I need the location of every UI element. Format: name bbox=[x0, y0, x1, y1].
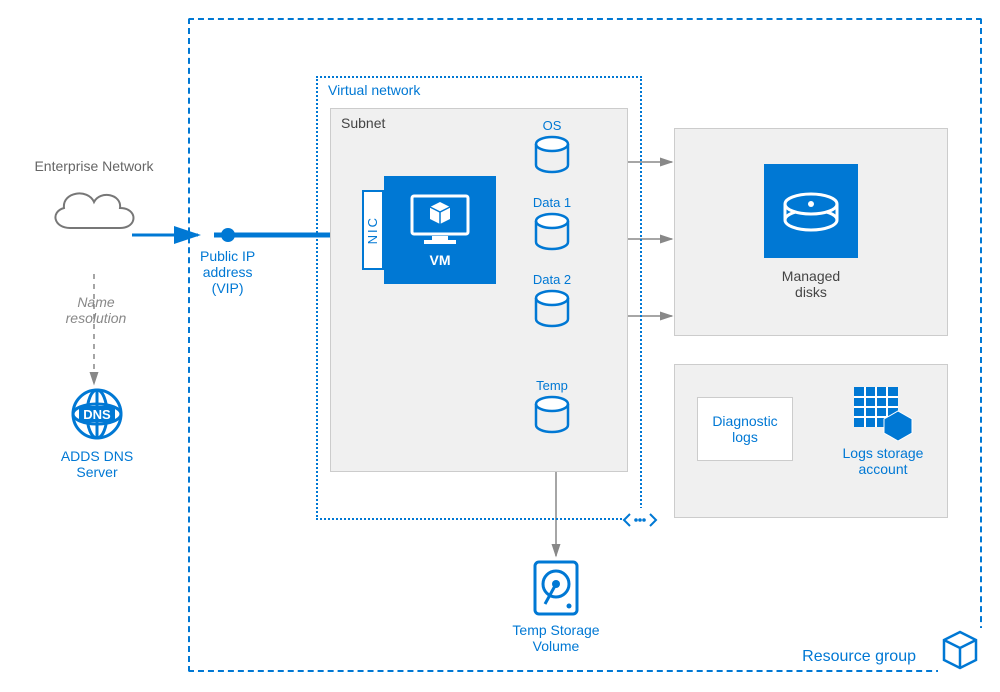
subnet-container: Subnet bbox=[330, 108, 628, 472]
diagnostic-logs-box: Diagnostic logs bbox=[697, 397, 793, 461]
temp-vol-label-2: Volume bbox=[512, 638, 599, 654]
logs-storage-label-1: Logs storage bbox=[843, 445, 924, 461]
cylinder-icon bbox=[532, 135, 572, 175]
public-ip: Public IP address (VIP) bbox=[200, 228, 255, 296]
resource-group-label: Resource group bbox=[802, 648, 916, 666]
svg-text:DNS: DNS bbox=[83, 407, 111, 422]
logs-storage-label-2: account bbox=[843, 461, 924, 477]
dns-globe-icon: DNS bbox=[69, 386, 125, 442]
cloud-icon bbox=[44, 180, 144, 240]
temp-storage-volume: Temp Storage Volume bbox=[502, 558, 610, 654]
pip-label-3: (VIP) bbox=[200, 280, 255, 296]
monitor-icon bbox=[408, 192, 472, 248]
logs-box: Diagnostic logs Logs storage account bbox=[674, 364, 948, 518]
disk-os: OS bbox=[532, 118, 572, 175]
storage-account-icon bbox=[852, 385, 914, 441]
subnet-label: Subnet bbox=[341, 115, 385, 131]
disk-os-label: OS bbox=[543, 118, 562, 133]
hard-drive-icon bbox=[531, 558, 581, 618]
managed-disks-box: Managed disks bbox=[674, 128, 948, 336]
public-ip-dot-icon bbox=[221, 228, 235, 242]
managed-disks-label-1: Managed bbox=[782, 268, 840, 284]
pip-label-1: Public IP bbox=[200, 248, 255, 264]
resource-group-icon bbox=[938, 628, 982, 672]
nic-label: NIC bbox=[366, 216, 380, 244]
nic-box: NIC bbox=[362, 190, 384, 270]
vnet-peering-icon bbox=[622, 508, 658, 532]
diag-label-1: Diagnostic bbox=[712, 413, 777, 429]
disk-data1: Data 1 bbox=[532, 195, 572, 252]
disk-data2-label: Data 2 bbox=[533, 272, 571, 287]
vnet-label: Virtual network bbox=[328, 82, 420, 98]
cylinder-icon bbox=[532, 289, 572, 329]
adds-dns-label: ADDS DNS Server bbox=[42, 448, 152, 480]
vm-box: VM bbox=[384, 176, 496, 284]
enterprise-label: Enterprise Network bbox=[34, 158, 153, 174]
disk-data1-label: Data 1 bbox=[533, 195, 571, 210]
adds-dns-server: DNS ADDS DNS Server bbox=[42, 386, 152, 480]
cylinder-icon bbox=[532, 212, 572, 252]
disk-temp: Temp bbox=[532, 378, 572, 435]
diag-label-2: logs bbox=[712, 429, 777, 445]
pip-label-2: address bbox=[200, 264, 255, 280]
managed-disks-icon bbox=[764, 164, 858, 258]
disk-data2: Data 2 bbox=[532, 272, 572, 329]
temp-vol-label-1: Temp Storage bbox=[512, 622, 599, 638]
managed-disks-label-2: disks bbox=[782, 284, 840, 300]
disk-temp-label: Temp bbox=[536, 378, 568, 393]
vm-label: VM bbox=[430, 252, 451, 268]
name-resolution-label: Name resolution bbox=[56, 294, 136, 326]
cylinder-icon bbox=[532, 395, 572, 435]
enterprise-network: Enterprise Network bbox=[34, 158, 154, 240]
